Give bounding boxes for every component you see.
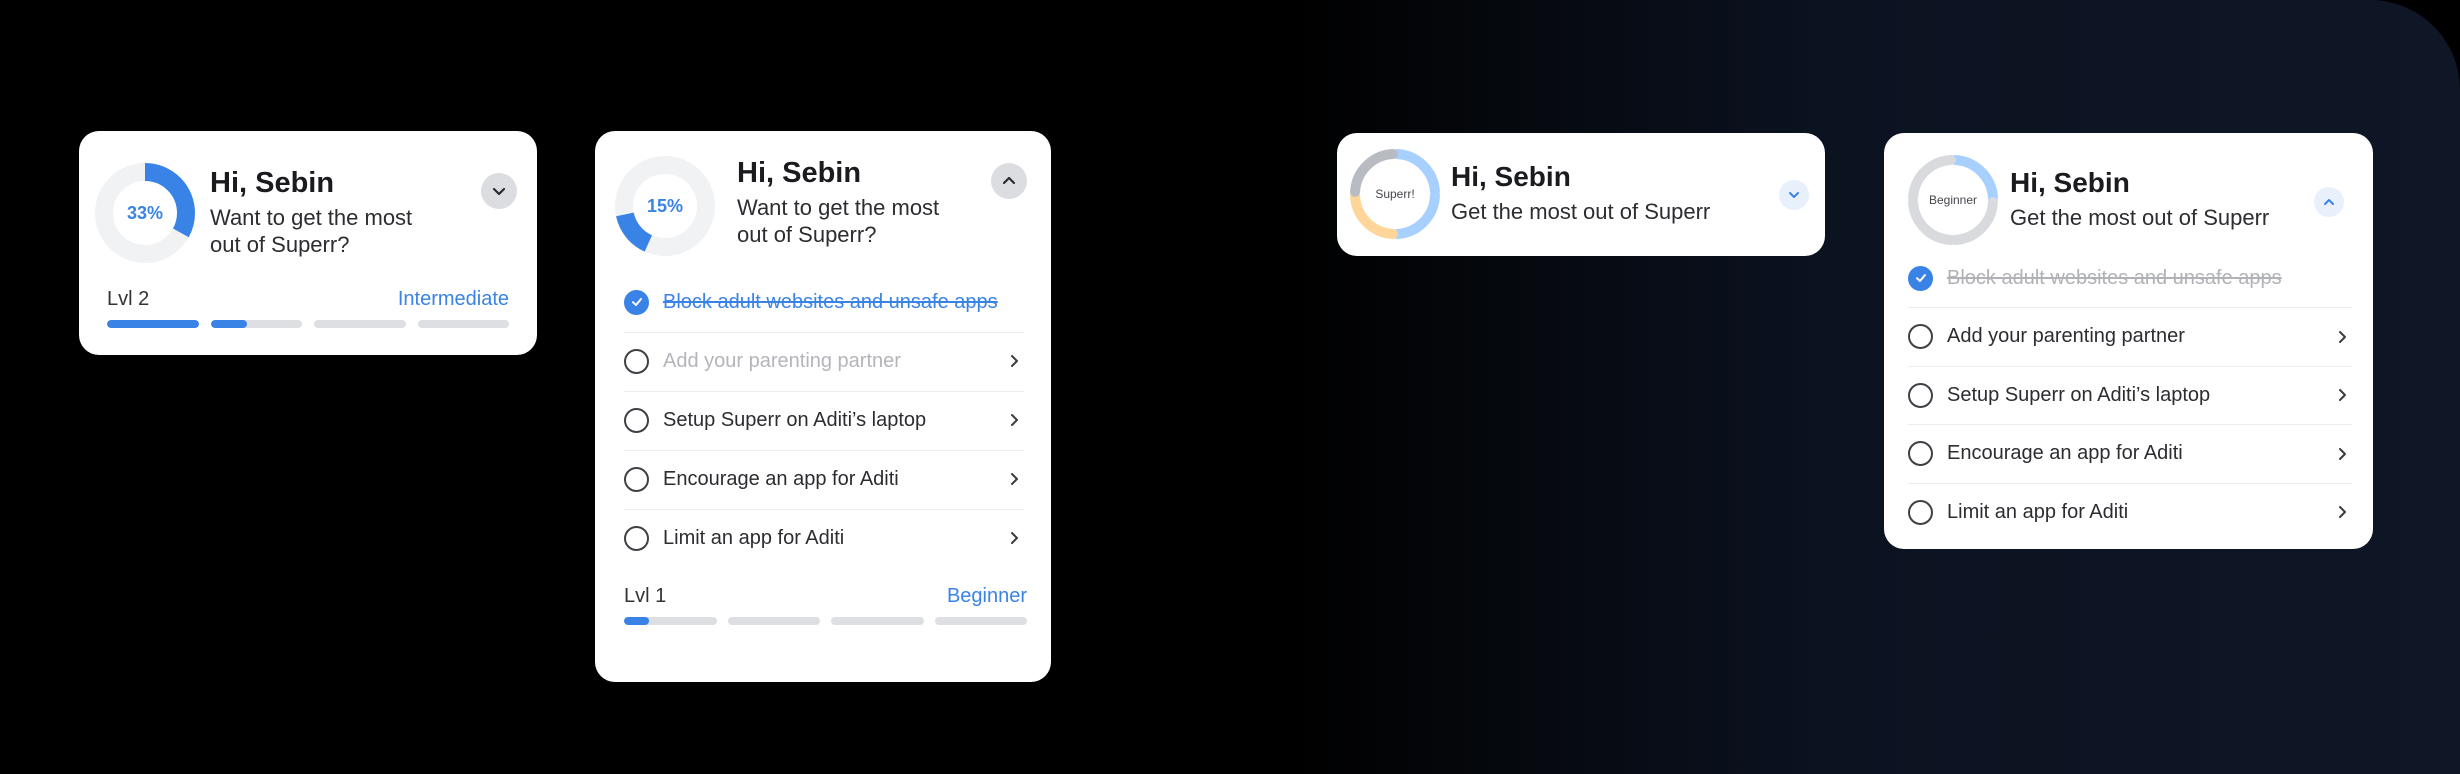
task-item[interactable]: Block adult websites and unsafe apps (624, 287, 1024, 317)
chevron-up-icon (2324, 199, 2334, 205)
level-label: Lvl 1 (624, 585, 667, 607)
chevron-right-icon (1004, 351, 1024, 371)
onboarding-card-collapsed-level2: 33% Hi, Sebin Want to get the most out o… (79, 131, 537, 355)
level-bar-segment (934, 617, 1027, 625)
task-item[interactable]: Setup Superr on Aditi’s laptop (1908, 380, 2352, 410)
subtitle-line-1: Want to get the most (737, 195, 940, 220)
subtitle: Want to get the most out of Superr? (737, 195, 939, 249)
chevron-right-icon (2332, 327, 2352, 347)
task-divider (624, 508, 1024, 510)
level-bar-segment (210, 320, 302, 328)
task-item[interactable]: Encourage an app for Aditi (1908, 439, 2352, 469)
level-bar-segment (831, 617, 924, 625)
level-bar-fill (210, 320, 248, 328)
check-circle-icon[interactable] (1908, 265, 1933, 291)
subtitle: Want to get the most out of Superr? (210, 205, 412, 259)
chevron-right-icon (2332, 502, 2352, 522)
task-divider (1908, 424, 2352, 426)
task-label: Encourage an app for Aditi (663, 467, 899, 490)
subtitle-line-2: out of Superr? (737, 221, 877, 247)
radio-circle-icon[interactable] (1908, 499, 1933, 525)
canvas: 33% Hi, Sebin Want to get the most out o… (0, 0, 2460, 774)
task-label: Limit an app for Aditi (663, 526, 845, 549)
radio-circle-icon[interactable] (624, 466, 649, 492)
chevron-right-icon (1004, 469, 1024, 489)
greeting: Hi, Sebin (210, 167, 335, 199)
level-bar-segment (624, 617, 717, 625)
radio-circle-icon[interactable] (1908, 441, 1933, 466)
task-divider (1908, 307, 2352, 309)
task-divider (624, 390, 1024, 392)
expand-button[interactable] (1779, 180, 1809, 210)
radio-circle-icon[interactable] (1908, 382, 1933, 408)
collapse-button[interactable] (991, 163, 1027, 199)
segmented-ring: Beginner (1906, 153, 2000, 247)
level-progress-bars (624, 617, 1027, 625)
task-divider (624, 331, 1024, 333)
chevron-up-icon (1002, 176, 1016, 185)
onboarding-card-expanded-level1: 15% Hi, Sebin Want to get the most out o… (595, 131, 1051, 682)
chevron-down-icon (1789, 192, 1799, 198)
greeting: Hi, Sebin (1451, 161, 1571, 192)
radio-circle-icon[interactable] (624, 525, 649, 551)
radio-circle-icon[interactable] (1908, 324, 1933, 349)
task-item[interactable]: Encourage an app for Aditi (624, 464, 1024, 494)
level-bar-segment (314, 320, 406, 328)
level-tier: Beginner (946, 585, 1027, 607)
task-item[interactable]: Add your parenting partner (624, 346, 1024, 376)
task-item[interactable]: Limit an app for Aditi (1908, 497, 2352, 527)
task-item[interactable]: Limit an app for Aditi (624, 523, 1024, 553)
task-divider (1908, 365, 2352, 367)
onboarding-card-expanded-compact: Beginner Hi, Sebin Get the most out of S… (1884, 133, 2373, 549)
subtitle: Get the most out of Superr (1451, 199, 1711, 224)
collapse-button[interactable] (2314, 187, 2344, 217)
task-label: Setup Superr on Aditi’s laptop (663, 408, 927, 431)
chevron-right-icon (2332, 444, 2352, 464)
task-item[interactable]: Add your parenting partner (1908, 322, 2352, 352)
task-label: Setup Superr on Aditi’s laptop (1947, 383, 2211, 406)
task-divider (624, 449, 1024, 451)
task-label: Add your parenting partner (663, 349, 901, 372)
radio-circle-icon[interactable] (624, 348, 649, 374)
progress-percent: 15% (646, 195, 684, 216)
level-label: Lvl 2 (107, 288, 150, 310)
level-bar-fill (624, 617, 649, 625)
task-label: Add your parenting partner (1947, 325, 2185, 347)
task-label: Block adult websites and unsafe apps (1947, 266, 2282, 289)
level-progress-bars (107, 320, 509, 328)
progress-ring: 33% (93, 161, 197, 265)
radio-circle-icon[interactable] (624, 407, 649, 433)
check-circle-icon[interactable] (624, 289, 649, 315)
task-label: Limit an app for Aditi (1947, 500, 2129, 523)
chevron-right-icon (1004, 410, 1024, 430)
task-divider (1908, 482, 2352, 484)
progress-ring: 15% (613, 154, 717, 258)
chevron-right-icon (1004, 528, 1024, 548)
chevron-right-icon (2332, 385, 2352, 405)
level-bar-segment (417, 320, 509, 328)
progress-percent: 33% (126, 202, 164, 223)
segmented-ring: Superr! (1348, 147, 1442, 241)
level-tier: Intermediate (397, 288, 509, 310)
level-bar-fill (107, 320, 199, 328)
subtitle: Get the most out of Superr (2010, 205, 2270, 230)
subtitle-line-1: Want to get the most (210, 205, 413, 230)
level-bar-segment (727, 617, 820, 625)
subtitle-line-2: out of Superr? (210, 231, 350, 257)
chevron-down-icon (492, 187, 506, 196)
task-label: Block adult websites and unsafe apps (663, 290, 998, 313)
task-label: Encourage an app for Aditi (1947, 442, 2183, 464)
expand-button[interactable] (481, 173, 517, 209)
ring-label: Beginner (1928, 193, 1978, 207)
greeting: Hi, Sebin (2010, 167, 2130, 198)
task-item[interactable]: Block adult websites and unsafe apps (1908, 263, 2352, 293)
greeting: Hi, Sebin (737, 157, 862, 189)
level-bar-segment (107, 320, 199, 328)
ring-label: Superr! (1375, 187, 1415, 201)
task-item[interactable]: Setup Superr on Aditi’s laptop (624, 405, 1024, 435)
onboarding-card-collapsed-compact: Superr! Hi, Sebin Get the most out of Su… (1337, 133, 1825, 256)
